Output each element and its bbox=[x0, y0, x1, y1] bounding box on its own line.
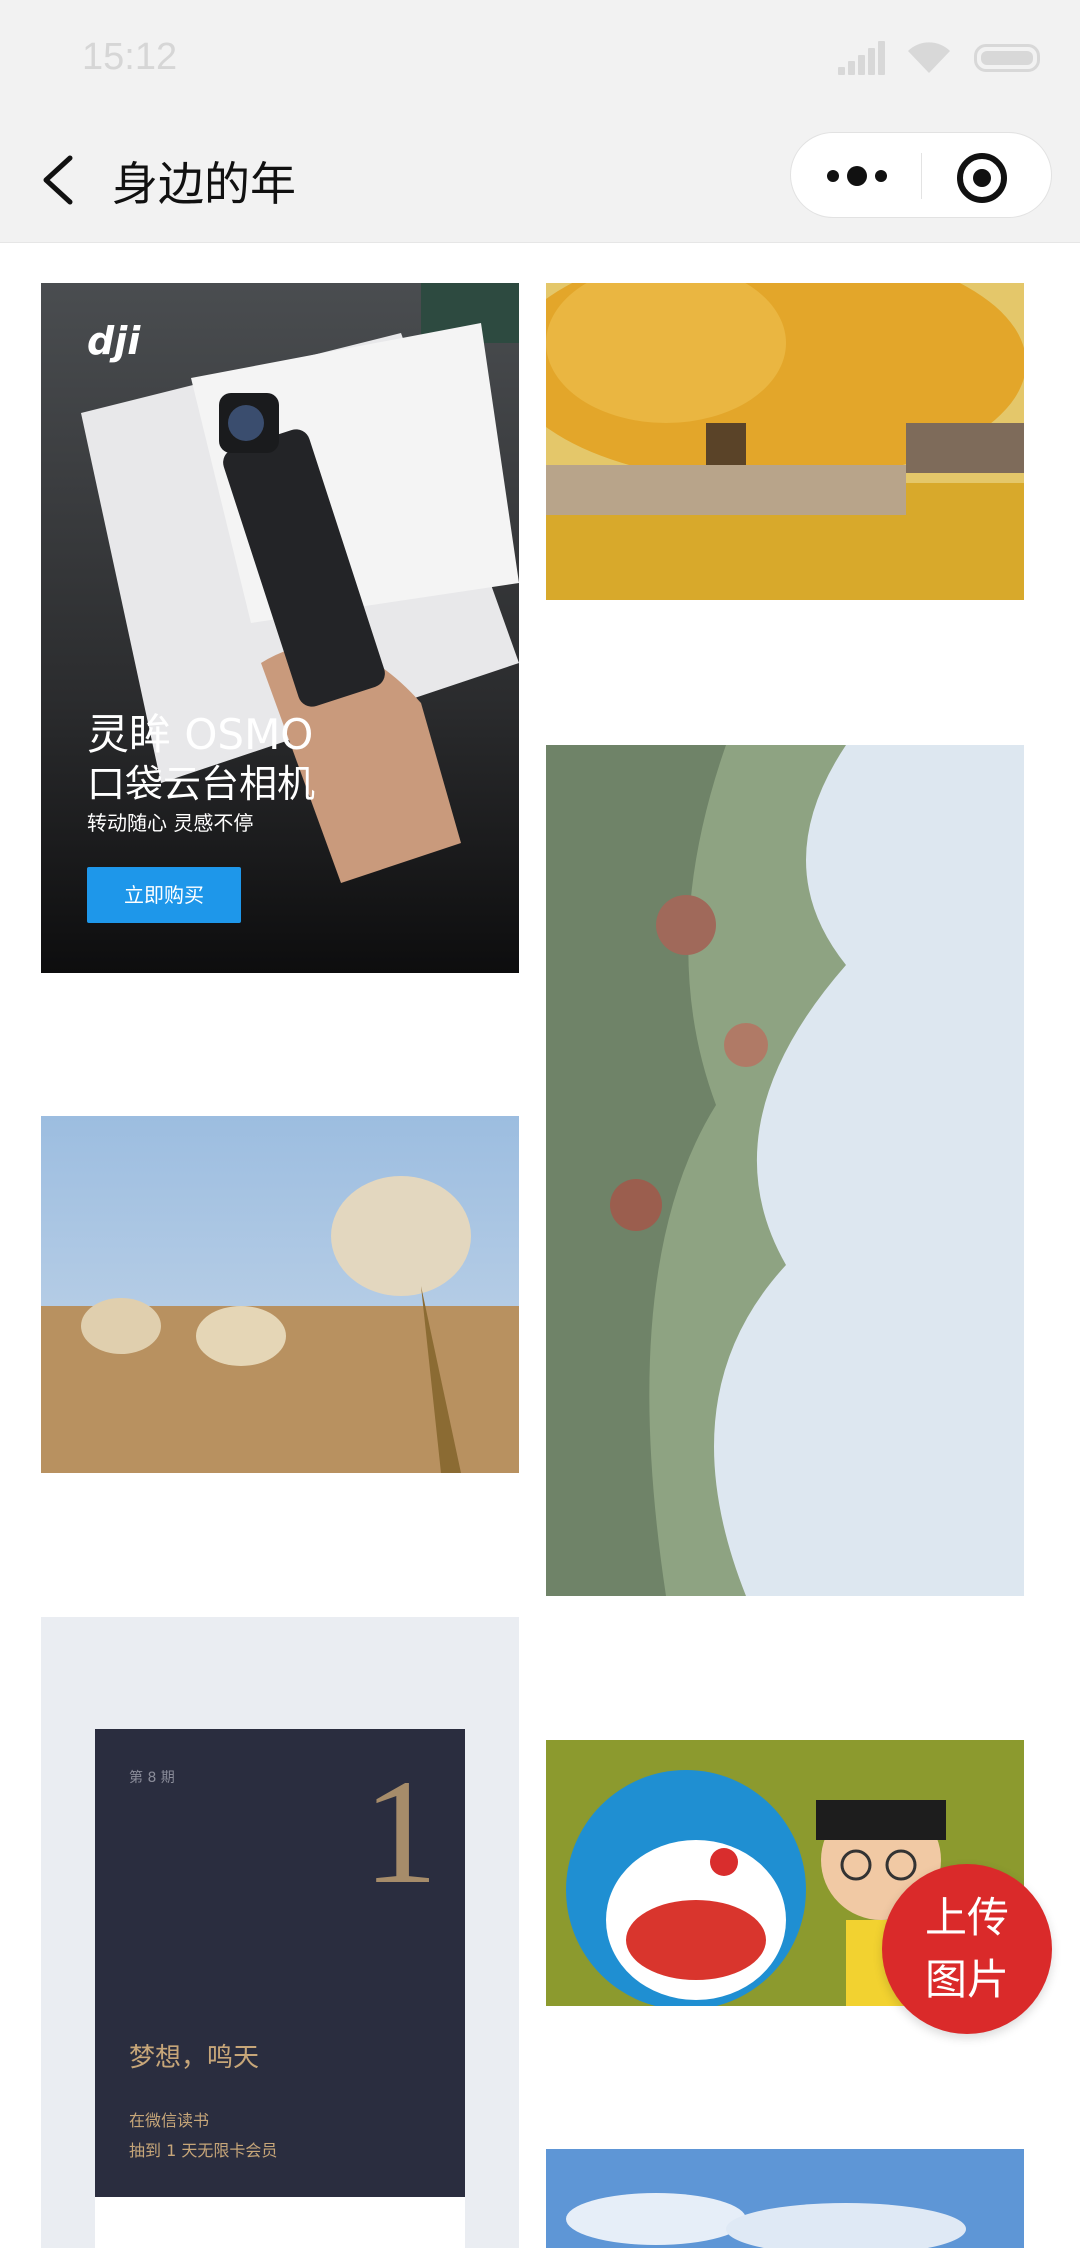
upload-label-line1: 上传 bbox=[924, 1893, 1009, 1942]
back-arrow-icon[interactable] bbox=[32, 150, 92, 210]
page-title: 身边的年 bbox=[112, 157, 296, 211]
image-card-ad[interactable]: dji 灵眸 OSMO 口袋云台相机 转动随心 灵感不停 立即购买 bbox=[41, 283, 519, 973]
status-icons bbox=[838, 38, 1040, 78]
ginkgo-image bbox=[546, 283, 1024, 600]
menu-capsule bbox=[790, 132, 1052, 218]
ad-buy-button[interactable]: 立即购买 bbox=[87, 867, 241, 923]
status-time: 15:12 bbox=[82, 36, 178, 78]
upload-image-button[interactable]: 上传 图片 bbox=[882, 1864, 1052, 2034]
status-bar: 15:12 bbox=[0, 0, 1080, 120]
upload-label-line2: 图片 bbox=[924, 1955, 1009, 2004]
image-card-ginkgo[interactable] bbox=[546, 283, 1024, 600]
nav-bar: 身边的年 bbox=[0, 120, 1080, 243]
maple-image bbox=[546, 745, 1024, 1596]
image-card-poster[interactable]: 第 8 期 1 梦想，鸣天 在微信读书 抽到 1 天无限卡会员 bbox=[41, 1617, 519, 2248]
image-card-reeds[interactable] bbox=[41, 1116, 519, 1473]
reeds-image bbox=[41, 1116, 519, 1473]
wifi-icon bbox=[908, 42, 950, 73]
capsule-divider bbox=[921, 153, 922, 199]
battery-icon bbox=[974, 44, 1040, 72]
signal-icon bbox=[838, 41, 885, 75]
poster-line1: 在微信读书 bbox=[129, 2111, 210, 2130]
image-card-maple[interactable] bbox=[546, 745, 1024, 1596]
close-target-icon[interactable] bbox=[955, 151, 1009, 205]
poster-title: 梦想，鸣天 bbox=[129, 2043, 260, 2073]
ad-brand: dji bbox=[87, 319, 141, 363]
ad-subheadline: 口袋云台相机 bbox=[87, 762, 316, 806]
sky-image bbox=[546, 2149, 1024, 2248]
poster-number: 1 bbox=[363, 1749, 438, 1915]
more-dots-icon[interactable] bbox=[819, 151, 895, 201]
poster-line2: 抽到 1 天无限卡会员 bbox=[129, 2141, 278, 2160]
poster-issue: 第 8 期 bbox=[129, 1770, 175, 1786]
ad-tagline: 转动随心 灵感不停 bbox=[87, 811, 254, 835]
poster-footer bbox=[95, 2197, 465, 2248]
image-card-sky[interactable] bbox=[546, 2149, 1024, 2248]
